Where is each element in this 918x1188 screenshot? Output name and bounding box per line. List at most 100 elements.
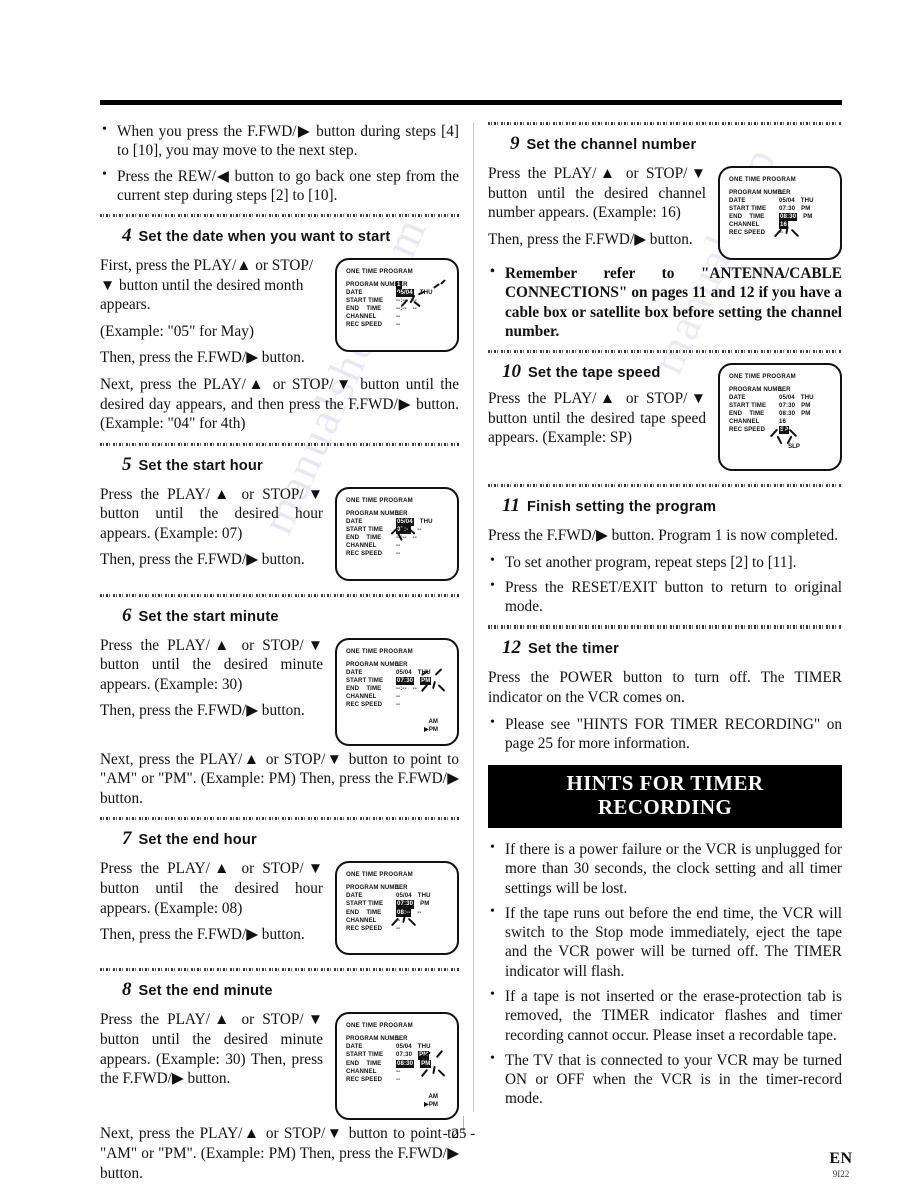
osd-value: --:-- (396, 533, 407, 541)
osd-row-program-number: PROGRAM NUMBER 1 (729, 386, 833, 394)
osd-row-start-time: START TIME --:-- -- (346, 294, 450, 308)
osd-title: ONE TIME PROGRAM (346, 496, 413, 504)
osd-weekday: THU (417, 668, 431, 676)
step-title: Set the date when you want to start (138, 229, 391, 246)
step-heading-7: 7 Set the end hour (100, 828, 459, 850)
step-number: 12 (502, 637, 521, 659)
osd-pm-option: ▶PM (424, 1100, 438, 1108)
step10-body: ONE TIME PROGRAM PROGRAM NUMBER 1 DATE 0… (488, 361, 842, 475)
osd-label: DATE (729, 394, 746, 402)
osd-ampm-value: PM (801, 205, 811, 213)
step4-body: ONE TIME PROGRAM PROGRAM NUMBER 1 DATE 0… (100, 256, 459, 434)
osd-panel: ONE TIME PROGRAM PROGRAM NUMBER 1 DATE 0… (335, 1012, 459, 1121)
osd-row-start-time: START TIME 07:-- -- (346, 522, 450, 541)
osd-label: PROGRAM NUMBER (346, 884, 408, 892)
osd-label: REC SPEED (346, 700, 383, 708)
list-item: If the tape runs out before the end time… (488, 903, 842, 981)
osd-value: 08:30 (779, 213, 798, 222)
manual-page: manualshop.com manualshop When you press… (0, 0, 918, 1188)
section-divider (488, 484, 842, 488)
osd-screen-step10: ONE TIME PROGRAM PROGRAM NUMBER 1 DATE 0… (718, 363, 842, 472)
paragraph: Next, press the PLAY/▲ or STOP/▼ button … (100, 375, 459, 433)
list-item: If there is a power failure or the VCR i… (488, 839, 842, 898)
osd-row-date: DATE 05/04 THU (346, 892, 450, 900)
step6-body: ONE TIME PROGRAM PROGRAM NUMBER 1 DATE 0… (100, 636, 459, 809)
osd-value: 1 (779, 386, 783, 394)
step-title: Set the end hour (138, 832, 257, 849)
osd-pm-option: ▶PM (424, 726, 438, 734)
osd-row-start-time: START TIME 07:30 PM (346, 900, 450, 909)
osd-title: ONE TIME PROGRAM (346, 1022, 413, 1030)
step8-body: ONE TIME PROGRAM PROGRAM NUMBER 1 DATE 0… (100, 1010, 459, 1183)
osd-ampm-value: -- (412, 533, 417, 541)
osd-title: ONE TIME PROGRAM (729, 176, 796, 183)
osd-row-program-number: PROGRAM NUMBER 1 (346, 661, 450, 669)
osd-value: 07:30 (779, 205, 796, 213)
osd-label: REC SPEED (729, 229, 766, 237)
osd-value: 16 (779, 221, 788, 230)
list-item: Please see "HINTS FOR TIMER RECORDING" o… (488, 714, 842, 754)
paragraph: Press the POWER button to turn off. The … (488, 669, 842, 707)
osd-value: 05/04 (396, 1043, 412, 1051)
osd-rows: PROGRAM NUMBER 1 DATE 05/04 THU START TI… (346, 661, 450, 709)
osd-value: -- (396, 916, 401, 924)
osd-row-date: DATE 05/04 THU (346, 667, 450, 677)
osd-row-channel: CHANNEL -- (346, 1068, 450, 1076)
osd-screen-step7: ONE TIME PROGRAM PROGRAM NUMBER 1 DATE 0… (335, 861, 459, 956)
osd-value: --:-- (396, 297, 407, 305)
osd-value: 05/04 (396, 517, 414, 526)
osd-weekday: THU (800, 197, 814, 205)
page-number: - 25 - (442, 1126, 476, 1142)
osd-row-channel: CHANNEL -- (346, 542, 450, 550)
blink-indicator-icon (432, 279, 448, 289)
language-code: EN (829, 1150, 853, 1167)
osd-row-channel: CHANNEL 16 (729, 221, 833, 230)
osd-label: REC SPEED (729, 426, 766, 434)
osd-am-option: AM (428, 717, 438, 725)
osd-ampm-value: PM (420, 676, 432, 685)
osd-row-channel: CHANNEL -- (346, 313, 450, 321)
osd-value: -- (396, 1067, 401, 1075)
osd-label: REC SPEED (346, 924, 383, 932)
osd-value: 07:30 (396, 900, 415, 909)
osd-panel: ONE TIME PROGRAM PROGRAM NUMBER 1 DATE 0… (718, 363, 842, 472)
osd-ampm-value: -- (412, 684, 417, 692)
osd-title: ONE TIME PROGRAM (729, 373, 796, 381)
osd-label: DATE (346, 517, 363, 525)
osd-row-program-number: PROGRAM NUMBER 1 (346, 279, 450, 290)
osd-row-end-time: END TIME 08:-- -- (346, 908, 450, 926)
step12-bullet-list: Please see "HINTS FOR TIMER RECORDING" o… (488, 714, 842, 754)
osd-value: 1 (396, 281, 402, 290)
osd-value: 1 (396, 509, 400, 517)
step-number: 6 (122, 604, 132, 626)
osd-value: 05/04 (396, 892, 412, 900)
osd-label: START TIME (729, 205, 767, 213)
osd-label: DATE (346, 668, 363, 676)
osd-row-start-time: START TIME 07:30 PM (346, 676, 450, 692)
step-title: Finish setting the program (526, 499, 717, 516)
step-heading-4: 4 Set the date when you want to start (100, 225, 459, 247)
intro-bullet-list: When you press the F.FWD/▶ button during… (100, 121, 459, 205)
hints-banner-line1: HINTS FOR TIMER (566, 771, 764, 796)
step5-body: ONE TIME PROGRAM PROGRAM NUMBER 1 DATE 0… (100, 485, 459, 585)
osd-value: SP (779, 426, 790, 435)
osd-label: DATE (346, 289, 363, 297)
osd-row-end-time: END TIME --:-- -- (346, 685, 450, 693)
osd-label: END TIME (346, 1059, 382, 1067)
osd-value: -- (396, 549, 401, 557)
osd-panel: ONE TIME PROGRAM PROGRAM NUMBER 1 DATE 0… (335, 486, 459, 581)
osd-ampm-value: -- (417, 525, 422, 533)
osd-label: END TIME (729, 213, 765, 221)
osd-label: END TIME (346, 533, 382, 541)
osd-label: PROGRAM NUMBER (729, 189, 791, 196)
osd-row-rec-speed: REC SPEED SP (729, 426, 833, 445)
osd-value: 07:30 (396, 676, 415, 685)
footer-language-code: EN 9I22 (806, 1150, 876, 1179)
osd-value: 08:30 (779, 410, 796, 418)
section-divider (488, 122, 842, 125)
osd-row-date: DATE 05/04 THU (729, 394, 833, 402)
osd-row-channel: CHANNEL -- (346, 693, 450, 701)
header-rule (100, 100, 842, 105)
osd-panel: ONE TIME PROGRAM PROGRAM NUMBER 1 DATE 0… (335, 861, 459, 956)
two-column-body: When you press the F.FWD/▶ button during… (100, 121, 842, 1182)
